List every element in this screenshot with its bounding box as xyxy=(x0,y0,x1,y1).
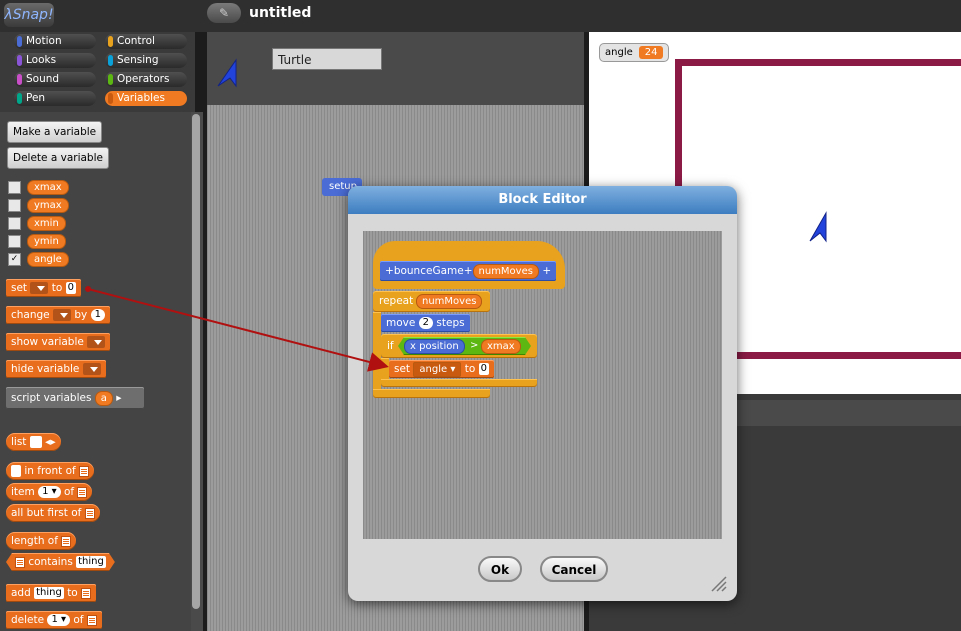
list-icon[interactable] xyxy=(61,535,72,547)
param-numMoves[interactable]: numMoves xyxy=(472,263,539,279)
list-icon[interactable] xyxy=(84,507,95,519)
variable-dropdown[interactable] xyxy=(53,309,71,321)
list-block[interactable]: list ◂▸ xyxy=(6,433,61,451)
add-input-plus-icon[interactable]: + xyxy=(464,265,473,277)
contains-block[interactable]: contains thing xyxy=(6,553,115,571)
in-front-of-block[interactable]: in front of xyxy=(6,462,95,480)
if-label: if xyxy=(387,340,394,352)
control-dot-icon xyxy=(108,36,113,47)
category-looks[interactable]: Looks xyxy=(14,53,96,68)
sprite-arrow-icon xyxy=(217,58,237,88)
block-prototype[interactable]: +bounceGame+ numMoves + xyxy=(380,261,557,281)
delete-variable-button[interactable]: Delete a variable xyxy=(7,147,109,169)
sprite-name-field[interactable]: Turtle xyxy=(272,48,382,70)
category-operators[interactable]: Operators xyxy=(105,72,187,87)
list-icon[interactable] xyxy=(79,465,90,477)
set-value-slot[interactable]: 0 xyxy=(65,282,77,294)
list-icon[interactable] xyxy=(81,587,92,599)
show-variable-block[interactable]: show variable xyxy=(6,333,111,351)
repeat-c-arm xyxy=(373,312,381,392)
arrow-right-icon[interactable]: ▸ xyxy=(116,392,121,404)
variable-xmin[interactable]: xmin xyxy=(27,216,66,231)
item-index-slot[interactable]: 1 ▾ xyxy=(38,486,61,498)
checkbox-angle[interactable]: ✓ xyxy=(8,253,21,266)
if-bottom xyxy=(381,379,537,387)
add-value-slot[interactable]: thing xyxy=(34,587,64,599)
greater-than-operator: > xyxy=(470,340,479,351)
looks-dot-icon xyxy=(17,55,22,66)
list-slot[interactable] xyxy=(29,436,42,448)
item-slot[interactable] xyxy=(11,465,21,477)
category-pen[interactable]: Pen xyxy=(14,91,96,106)
checkbox-ymax[interactable] xyxy=(8,199,21,212)
pencil-icon[interactable]: ✎ xyxy=(207,3,241,23)
sound-dot-icon xyxy=(17,74,22,85)
operators-dot-icon xyxy=(108,74,113,85)
delete-of-list-block[interactable]: delete 1 ▾ of xyxy=(6,611,102,629)
move-block[interactable]: move 2 steps xyxy=(381,314,470,332)
checkbox-ymin[interactable] xyxy=(8,235,21,248)
add-input-plus-icon[interactable]: + xyxy=(542,265,551,277)
variable-dropdown[interactable] xyxy=(82,363,101,375)
sprite-info-bar xyxy=(207,32,584,105)
variable-xmax[interactable]: xmax xyxy=(27,180,69,195)
set-angle-value-slot[interactable]: 0 xyxy=(478,363,489,375)
arrows-icon[interactable]: ◂▸ xyxy=(45,436,56,448)
ok-button[interactable]: Ok xyxy=(478,556,522,582)
sensing-dot-icon xyxy=(108,55,113,66)
motion-dot-icon xyxy=(17,36,22,47)
category-variables[interactable]: Variables xyxy=(105,91,187,106)
repeat-label: repeat xyxy=(379,295,414,307)
repeat-bottom xyxy=(373,389,490,398)
length-of-block[interactable]: length of xyxy=(6,532,77,550)
angle-watcher[interactable]: angle 24 xyxy=(599,43,670,62)
set-var-dropdown[interactable]: angle ▾ xyxy=(413,361,462,377)
variable-ymax[interactable]: ymax xyxy=(27,198,69,213)
change-variable-block[interactable]: change by 1 xyxy=(6,306,110,324)
resize-handle-icon[interactable] xyxy=(710,575,728,593)
angle-watcher-value: 24 xyxy=(638,46,664,59)
contains-value-slot[interactable]: thing xyxy=(76,556,106,568)
checkbox-xmax[interactable] xyxy=(8,181,21,194)
category-selector: Motion Control Looks Sensing Sound Opera… xyxy=(0,32,195,112)
item-of-block[interactable]: item 1 ▾ of xyxy=(6,483,93,501)
variable-ymin[interactable]: ymin xyxy=(27,234,66,249)
variable-dropdown[interactable] xyxy=(30,282,49,294)
set-angle-block[interactable]: set angle ▾ to 0 xyxy=(389,360,494,378)
checkbox-xmin[interactable] xyxy=(8,217,21,230)
list-icon[interactable] xyxy=(77,486,88,498)
top-bar xyxy=(0,0,961,32)
project-title: untitled xyxy=(249,5,312,21)
repeat-arg[interactable]: numMoves xyxy=(416,294,483,309)
variable-angle[interactable]: angle xyxy=(27,252,69,267)
list-icon[interactable] xyxy=(86,614,97,626)
palette-scrollbar[interactable] xyxy=(192,114,200,609)
add-input-plus-icon[interactable]: + xyxy=(385,265,394,277)
set-variable-block[interactable]: set to 0 xyxy=(6,279,82,297)
turtle-sprite-icon[interactable] xyxy=(808,211,832,243)
script-var-a[interactable]: a xyxy=(94,390,113,406)
variables-dot-icon xyxy=(108,93,113,104)
cancel-button[interactable]: Cancel xyxy=(540,556,608,582)
category-motion[interactable]: Motion xyxy=(14,34,96,49)
category-sensing[interactable]: Sensing xyxy=(105,53,187,68)
change-value-slot[interactable]: 1 xyxy=(90,309,105,321)
pen-dot-icon xyxy=(17,93,22,104)
if-c-arm xyxy=(381,358,389,380)
add-to-list-block[interactable]: add thing to xyxy=(6,584,97,602)
list-icon[interactable] xyxy=(15,557,25,568)
move-steps-slot[interactable]: 2 xyxy=(418,317,434,329)
snap-logo[interactable]: λSnap! xyxy=(4,3,54,27)
variable-dropdown[interactable] xyxy=(87,336,106,348)
all-but-first-block[interactable]: all but first of xyxy=(6,504,100,522)
xmax-reporter[interactable]: xmax xyxy=(481,339,521,354)
category-sound[interactable]: Sound xyxy=(14,72,96,87)
script-variables-block[interactable]: script variables a ▸ xyxy=(6,387,144,409)
hide-variable-block[interactable]: hide variable xyxy=(6,360,106,378)
make-variable-button[interactable]: Make a variable xyxy=(7,121,103,143)
delete-index-slot[interactable]: 1 ▾ xyxy=(47,614,71,626)
dialog-title[interactable]: Block Editor xyxy=(348,186,737,214)
category-control[interactable]: Control xyxy=(105,34,187,49)
x-position-reporter[interactable]: x position xyxy=(404,339,465,354)
